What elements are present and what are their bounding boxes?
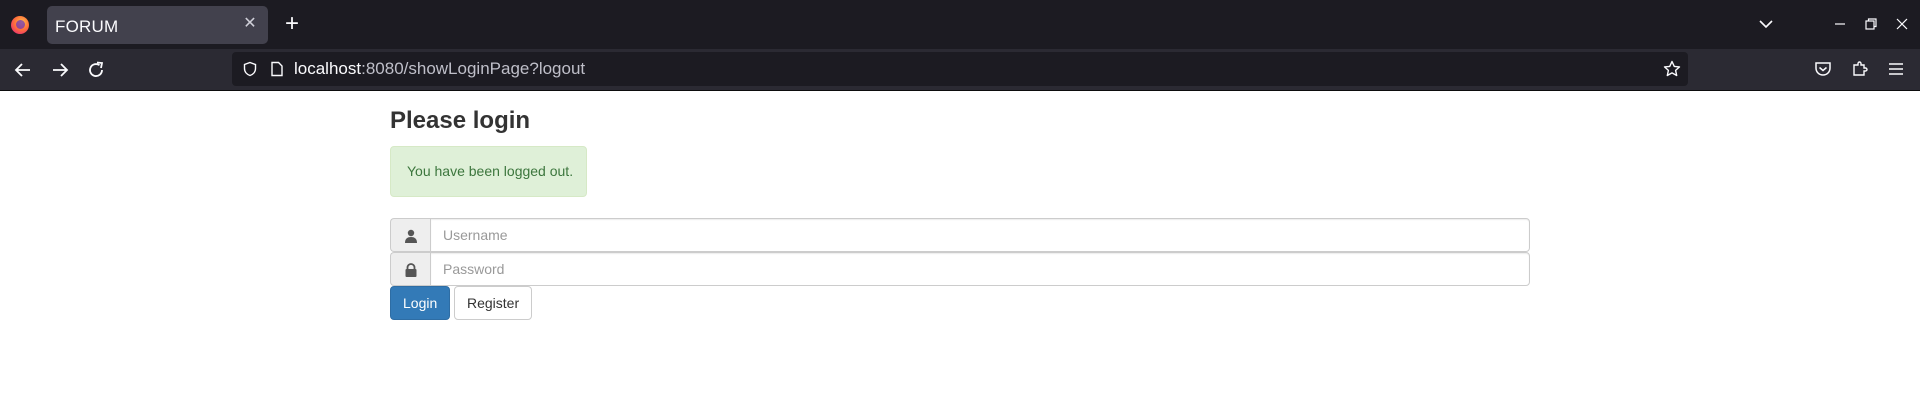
reload-icon[interactable] [84, 58, 108, 82]
page-title: Please login [390, 107, 531, 134]
login-button[interactable]: Login [390, 286, 450, 320]
back-icon[interactable] [11, 58, 35, 82]
chevron-down-icon[interactable] [1756, 14, 1776, 34]
minimize-icon[interactable] [1830, 14, 1850, 34]
forward-icon[interactable] [48, 58, 72, 82]
browser-tab[interactable]: FORUM ✕ [47, 6, 268, 44]
login-container: Please login You have been logged out. L… [390, 91, 1530, 412]
browser-tab-bar: FORUM ✕ + [0, 0, 1920, 49]
url-path: :8080/showLoginPage?logout [361, 59, 586, 78]
password-group [390, 252, 1530, 286]
lock-icon [405, 263, 417, 277]
restore-icon[interactable] [1861, 14, 1881, 34]
url-bar[interactable]: localhost:8080/showLoginPage?logout [232, 52, 1688, 86]
password-addon [390, 252, 430, 286]
alert-text: You have been logged out. [407, 163, 574, 179]
url-host: localhost [294, 59, 362, 78]
bookmark-star-icon[interactable] [1662, 59, 1682, 79]
url-text[interactable]: localhost:8080/showLoginPage?logout [294, 59, 585, 79]
password-input[interactable] [430, 252, 1530, 286]
register-button[interactable]: Register [454, 286, 532, 320]
new-tab-icon[interactable]: + [281, 12, 303, 36]
tab-title: FORUM [55, 17, 119, 36]
logout-alert: You have been logged out. [390, 146, 587, 197]
browser-nav-bar: localhost:8080/showLoginPage?logout [0, 49, 1920, 90]
close-window-icon[interactable] [1892, 14, 1912, 34]
shield-icon[interactable] [242, 61, 258, 77]
menu-icon[interactable] [1886, 59, 1906, 79]
username-input[interactable] [430, 218, 1530, 252]
username-addon [390, 218, 430, 252]
extensions-icon[interactable] [1850, 59, 1870, 79]
username-group [390, 218, 1530, 252]
page-icon[interactable] [270, 61, 284, 77]
pocket-icon[interactable] [1813, 59, 1833, 79]
user-icon [405, 229, 417, 243]
close-tab-icon[interactable]: ✕ [241, 15, 259, 33]
firefox-logo-icon [11, 16, 29, 34]
